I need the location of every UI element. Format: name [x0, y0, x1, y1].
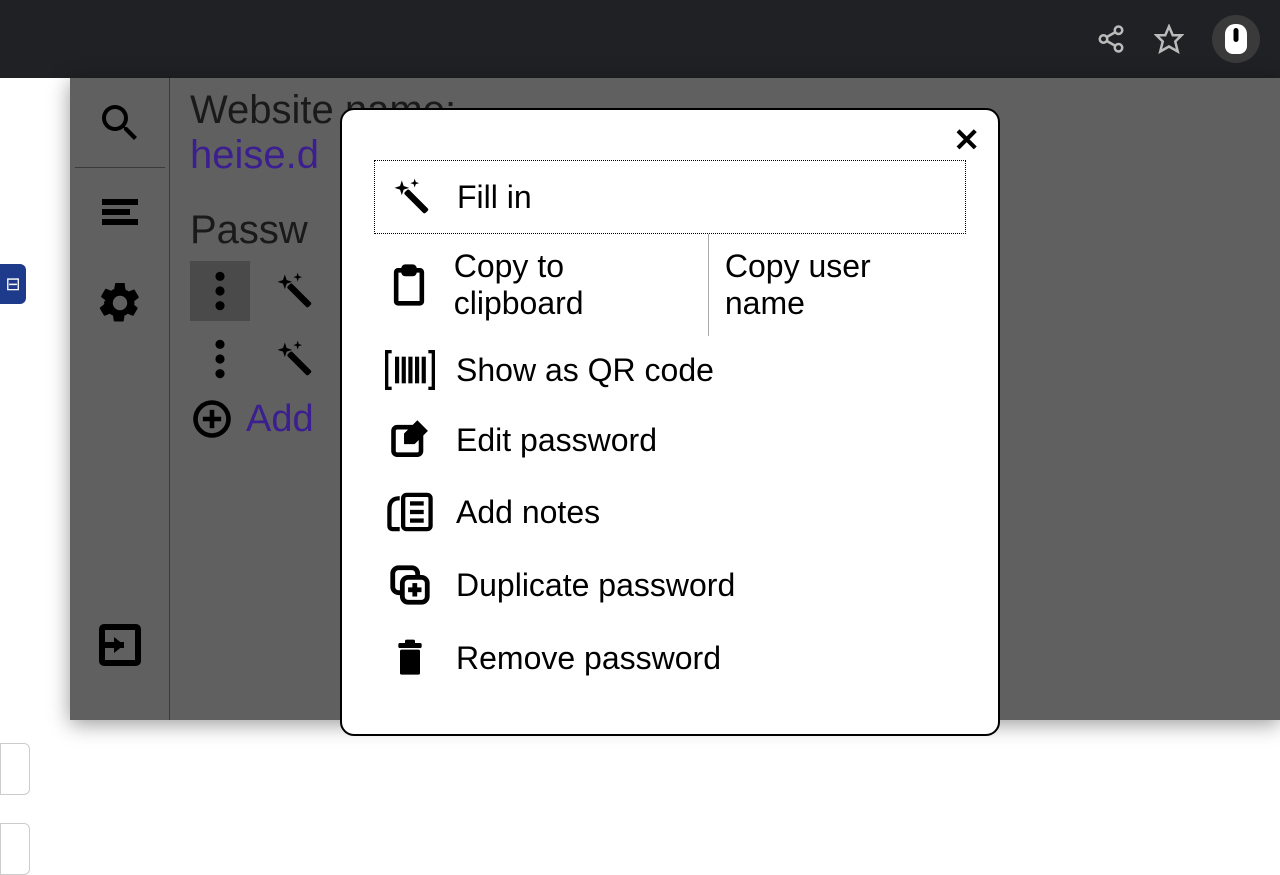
logout-button[interactable] [75, 600, 165, 690]
share-icon[interactable] [1096, 24, 1126, 54]
wand-icon[interactable] [264, 329, 324, 389]
side-tab[interactable]: ⊟ [0, 264, 26, 304]
popup-siderail [70, 78, 170, 720]
wand-icon [385, 175, 437, 219]
duplicate-icon [384, 562, 436, 608]
wand-icon[interactable] [264, 261, 324, 321]
menu-copy-clipboard[interactable]: Copy to clipboard [374, 234, 709, 336]
menu-add-notes[interactable]: Add notes [374, 476, 966, 548]
menu-label: Copy to clipboard [454, 248, 692, 322]
clipboard-icon [384, 263, 434, 307]
menu-duplicate-password[interactable]: Duplicate password [374, 548, 966, 622]
page-input-1[interactable] [0, 743, 30, 795]
add-label: Add [246, 398, 314, 441]
close-icon[interactable]: ✕ [953, 124, 980, 156]
notes-icon [384, 490, 436, 534]
menu-copy-username[interactable]: Copy user name [709, 234, 966, 336]
plus-circle-icon [190, 397, 234, 441]
search-button[interactable] [75, 78, 165, 168]
menu-label: Copy user name [725, 248, 950, 322]
menu-fill-in[interactable]: Fill in [374, 160, 966, 234]
menu-label: Edit password [456, 422, 657, 459]
extension-icon[interactable] [1212, 15, 1260, 63]
menu-label: Add notes [456, 494, 600, 531]
menu-label: Duplicate password [456, 567, 735, 604]
menu-label: Fill in [457, 179, 532, 216]
browser-toolbar [0, 0, 1280, 78]
star-icon[interactable] [1154, 24, 1184, 54]
settings-button[interactable] [75, 258, 165, 348]
menu-show-qr[interactable]: Show as QR code [374, 336, 966, 404]
more-icon[interactable] [190, 329, 250, 389]
context-menu: ✕ Fill in Copy to clipboard Copy user na… [340, 108, 1000, 736]
menu-edit-password[interactable]: Edit password [374, 404, 966, 476]
barcode-icon [384, 350, 436, 390]
list-button[interactable] [75, 168, 165, 258]
more-icon[interactable] [190, 261, 250, 321]
trash-icon [384, 636, 436, 680]
page-background: ⊟ [0, 78, 70, 800]
edit-icon [384, 418, 436, 462]
page-input-2[interactable] [0, 823, 30, 875]
menu-remove-password[interactable]: Remove password [374, 622, 966, 694]
menu-label: Show as QR code [456, 352, 714, 389]
menu-label: Remove password [456, 640, 721, 677]
